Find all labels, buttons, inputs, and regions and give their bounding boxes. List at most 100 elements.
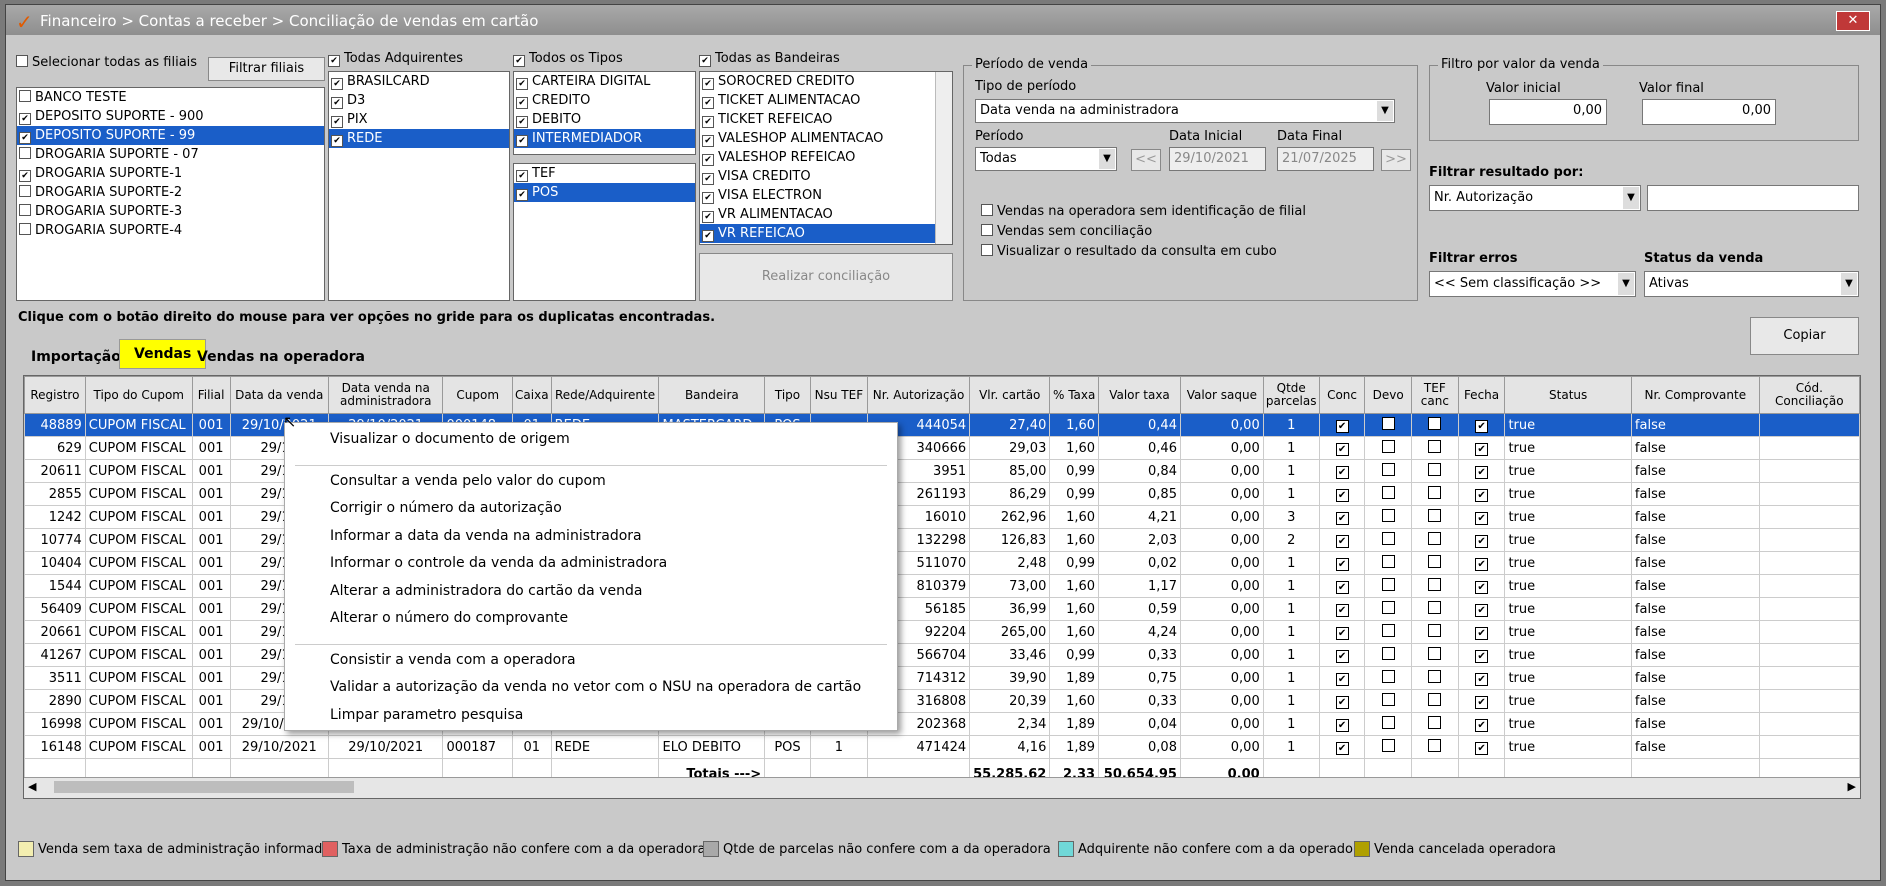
checkbox-icon[interactable]: [1428, 439, 1442, 453]
scroll-thumb[interactable]: [54, 781, 354, 793]
list-item[interactable]: ✔ DROGARIA SUPORTE-1: [17, 164, 324, 183]
checkbox-icon[interactable]: ✔: [19, 113, 31, 125]
tab-importacao[interactable]: Importação: [31, 349, 121, 365]
grid-column-header[interactable]: % Taxa: [1049, 376, 1100, 414]
grid-column-header[interactable]: Devo: [1364, 376, 1413, 414]
grid-column-header[interactable]: Nr. Autorização: [866, 376, 971, 414]
checkbox-icon[interactable]: ✔: [516, 78, 528, 90]
list-item[interactable]: ✔ TICKET REFEICAO: [700, 110, 952, 129]
grid-column-header[interactable]: Valor saque: [1179, 376, 1264, 414]
end-value-input[interactable]: 0,00: [1642, 99, 1776, 125]
checkbox-icon[interactable]: ✔: [1335, 580, 1349, 594]
context-menu-item[interactable]: Informar a data da venda na administrado…: [330, 528, 642, 544]
checkbox-icon[interactable]: ✔: [702, 211, 714, 223]
grid-column-header[interactable]: Caixa: [512, 376, 552, 414]
list-item[interactable]: ✔ INTERMEDIADOR: [514, 129, 695, 148]
tef-pos-list[interactable]: ✔ TEF ✔ POS: [513, 163, 696, 301]
context-menu-item[interactable]: Alterar a administradora do cartão da ve…: [330, 583, 642, 599]
checkbox-icon[interactable]: [981, 244, 993, 256]
tab-vendas[interactable]: Vendas: [119, 339, 207, 369]
checkbox-icon[interactable]: ✔: [1475, 442, 1489, 456]
list-item[interactable]: ✔ PIX: [329, 110, 509, 129]
grid-column-header[interactable]: Registro: [24, 376, 86, 414]
checkbox-icon[interactable]: ✔: [1475, 695, 1489, 709]
list-item[interactable]: ✔ TEF: [514, 164, 695, 183]
close-button[interactable]: ✕: [1836, 11, 1870, 31]
checkbox-icon[interactable]: [1428, 462, 1442, 476]
reconcile-button[interactable]: Realizar conciliação: [699, 253, 953, 301]
checkbox-icon[interactable]: ✔: [1475, 488, 1489, 502]
checkbox-icon[interactable]: ✔: [1475, 649, 1489, 663]
horizontal-scrollbar[interactable]: ◀ ▶: [24, 777, 1860, 798]
checkbox-icon[interactable]: ✔: [1335, 511, 1349, 525]
checkbox-icon[interactable]: ✔: [1335, 465, 1349, 479]
table-row[interactable]: 16148 CUPOM FISCAL 001 29/10/2021 29/10/2021…: [24, 735, 1860, 759]
checkbox-icon[interactable]: ✔: [1475, 419, 1489, 433]
checkbox-icon[interactable]: [1428, 669, 1442, 683]
grid-column-header[interactable]: Bandeira: [658, 376, 766, 414]
checkbox-icon[interactable]: ✔: [516, 97, 528, 109]
list-item[interactable]: ✔ CARTEIRA DIGITAL: [514, 72, 695, 91]
checkbox-icon[interactable]: ✔: [1335, 557, 1349, 571]
checkbox-icon[interactable]: ✔: [19, 170, 31, 182]
period-option-checkbox[interactable]: Vendas sem conciliação: [981, 224, 1152, 239]
checkbox-icon[interactable]: [1381, 462, 1395, 476]
checkbox-icon[interactable]: ✔: [1475, 580, 1489, 594]
grid-column-header[interactable]: Fecha: [1457, 376, 1506, 414]
checkbox-icon[interactable]: [981, 204, 993, 216]
checkbox-icon[interactable]: [1381, 623, 1395, 637]
checkbox-icon[interactable]: [981, 224, 993, 236]
checkbox-icon[interactable]: [1381, 531, 1395, 545]
period-type-select[interactable]: Data venda na administradora ▼: [975, 99, 1395, 123]
grid-column-header[interactable]: Nr. Comprovante: [1630, 376, 1760, 414]
checkbox-icon[interactable]: ✔: [1335, 442, 1349, 456]
scroll-left-icon[interactable]: ◀: [28, 780, 36, 793]
checkbox-icon[interactable]: [19, 185, 31, 197]
checkbox-icon[interactable]: [1381, 646, 1395, 660]
checkbox-icon[interactable]: [1428, 738, 1442, 752]
next-period-button[interactable]: >>: [1381, 149, 1411, 171]
checkbox-icon[interactable]: ✔: [1475, 626, 1489, 640]
list-item[interactable]: ✔ VR ALIMENTACAO: [700, 205, 952, 224]
period-select[interactable]: Todas ▼: [975, 147, 1117, 171]
checkbox-icon[interactable]: ✔: [331, 135, 343, 147]
checkbox-icon[interactable]: [1381, 738, 1395, 752]
bandeiras-list[interactable]: ✔ SOROCRED CREDITO ✔ TICKET ALIMENTACAO ✔ TIC…: [699, 71, 953, 245]
list-item[interactable]: ✔ POS: [514, 183, 695, 202]
grid-column-header[interactable]: Cupom: [442, 376, 514, 414]
end-date-field[interactable]: 21/07/2025: [1277, 147, 1374, 171]
checkbox-icon[interactable]: ✔: [702, 173, 714, 185]
checkbox-icon[interactable]: ✔: [1335, 741, 1349, 755]
checkbox-icon[interactable]: ✔: [19, 132, 31, 144]
checkbox-icon[interactable]: ✔: [1475, 465, 1489, 479]
checkbox-icon[interactable]: ✔: [702, 135, 714, 147]
context-menu-item[interactable]: Alterar o número do comprovante: [330, 610, 568, 626]
prev-period-button[interactable]: <<: [1131, 149, 1161, 171]
grid-column-header[interactable]: Status: [1504, 376, 1632, 414]
checkbox-icon[interactable]: ✔: [1475, 534, 1489, 548]
copy-button[interactable]: Copiar: [1750, 317, 1859, 355]
checkbox-icon[interactable]: ✔: [331, 116, 343, 128]
list-item[interactable]: ✔ DEBITO: [514, 110, 695, 129]
list-item[interactable]: ✔ D3: [329, 91, 509, 110]
checkbox-icon[interactable]: [1428, 692, 1442, 706]
grid-column-header[interactable]: Vlr. cartão: [969, 376, 1051, 414]
checkbox-icon[interactable]: [1381, 554, 1395, 568]
checkbox-icon[interactable]: [1381, 508, 1395, 522]
all-tipos-checkbox[interactable]: ✔ Todos os Tipos: [513, 51, 623, 67]
checkbox-icon[interactable]: ✔: [702, 116, 714, 128]
checkbox-icon[interactable]: [19, 223, 31, 235]
adquirentes-list[interactable]: ✔ BRASILCARD ✔ D3 ✔ PIX ✔ REDE: [328, 71, 510, 301]
checkbox-icon[interactable]: ✔: [1335, 672, 1349, 686]
tipos-list[interactable]: ✔ CARTEIRA DIGITAL ✔ CREDITO ✔ DEBITO ✔ INTERME…: [513, 71, 696, 155]
context-menu-item[interactable]: Informar o controle da venda da administ…: [330, 555, 667, 571]
select-all-filiais-checkbox[interactable]: Selecionar todas as filiais: [16, 55, 197, 70]
context-menu-item[interactable]: Validar a autorização da venda no vetor …: [330, 679, 861, 695]
checkbox-icon[interactable]: ✔: [1475, 511, 1489, 525]
checkbox-icon[interactable]: ✔: [516, 116, 528, 128]
grid-column-header[interactable]: Nsu TEF: [809, 376, 868, 414]
checkbox-icon[interactable]: [1428, 531, 1442, 545]
grid-column-header[interactable]: Filial: [191, 376, 231, 414]
checkbox-icon[interactable]: ✔: [1475, 718, 1489, 732]
checkbox-icon[interactable]: [1428, 577, 1442, 591]
